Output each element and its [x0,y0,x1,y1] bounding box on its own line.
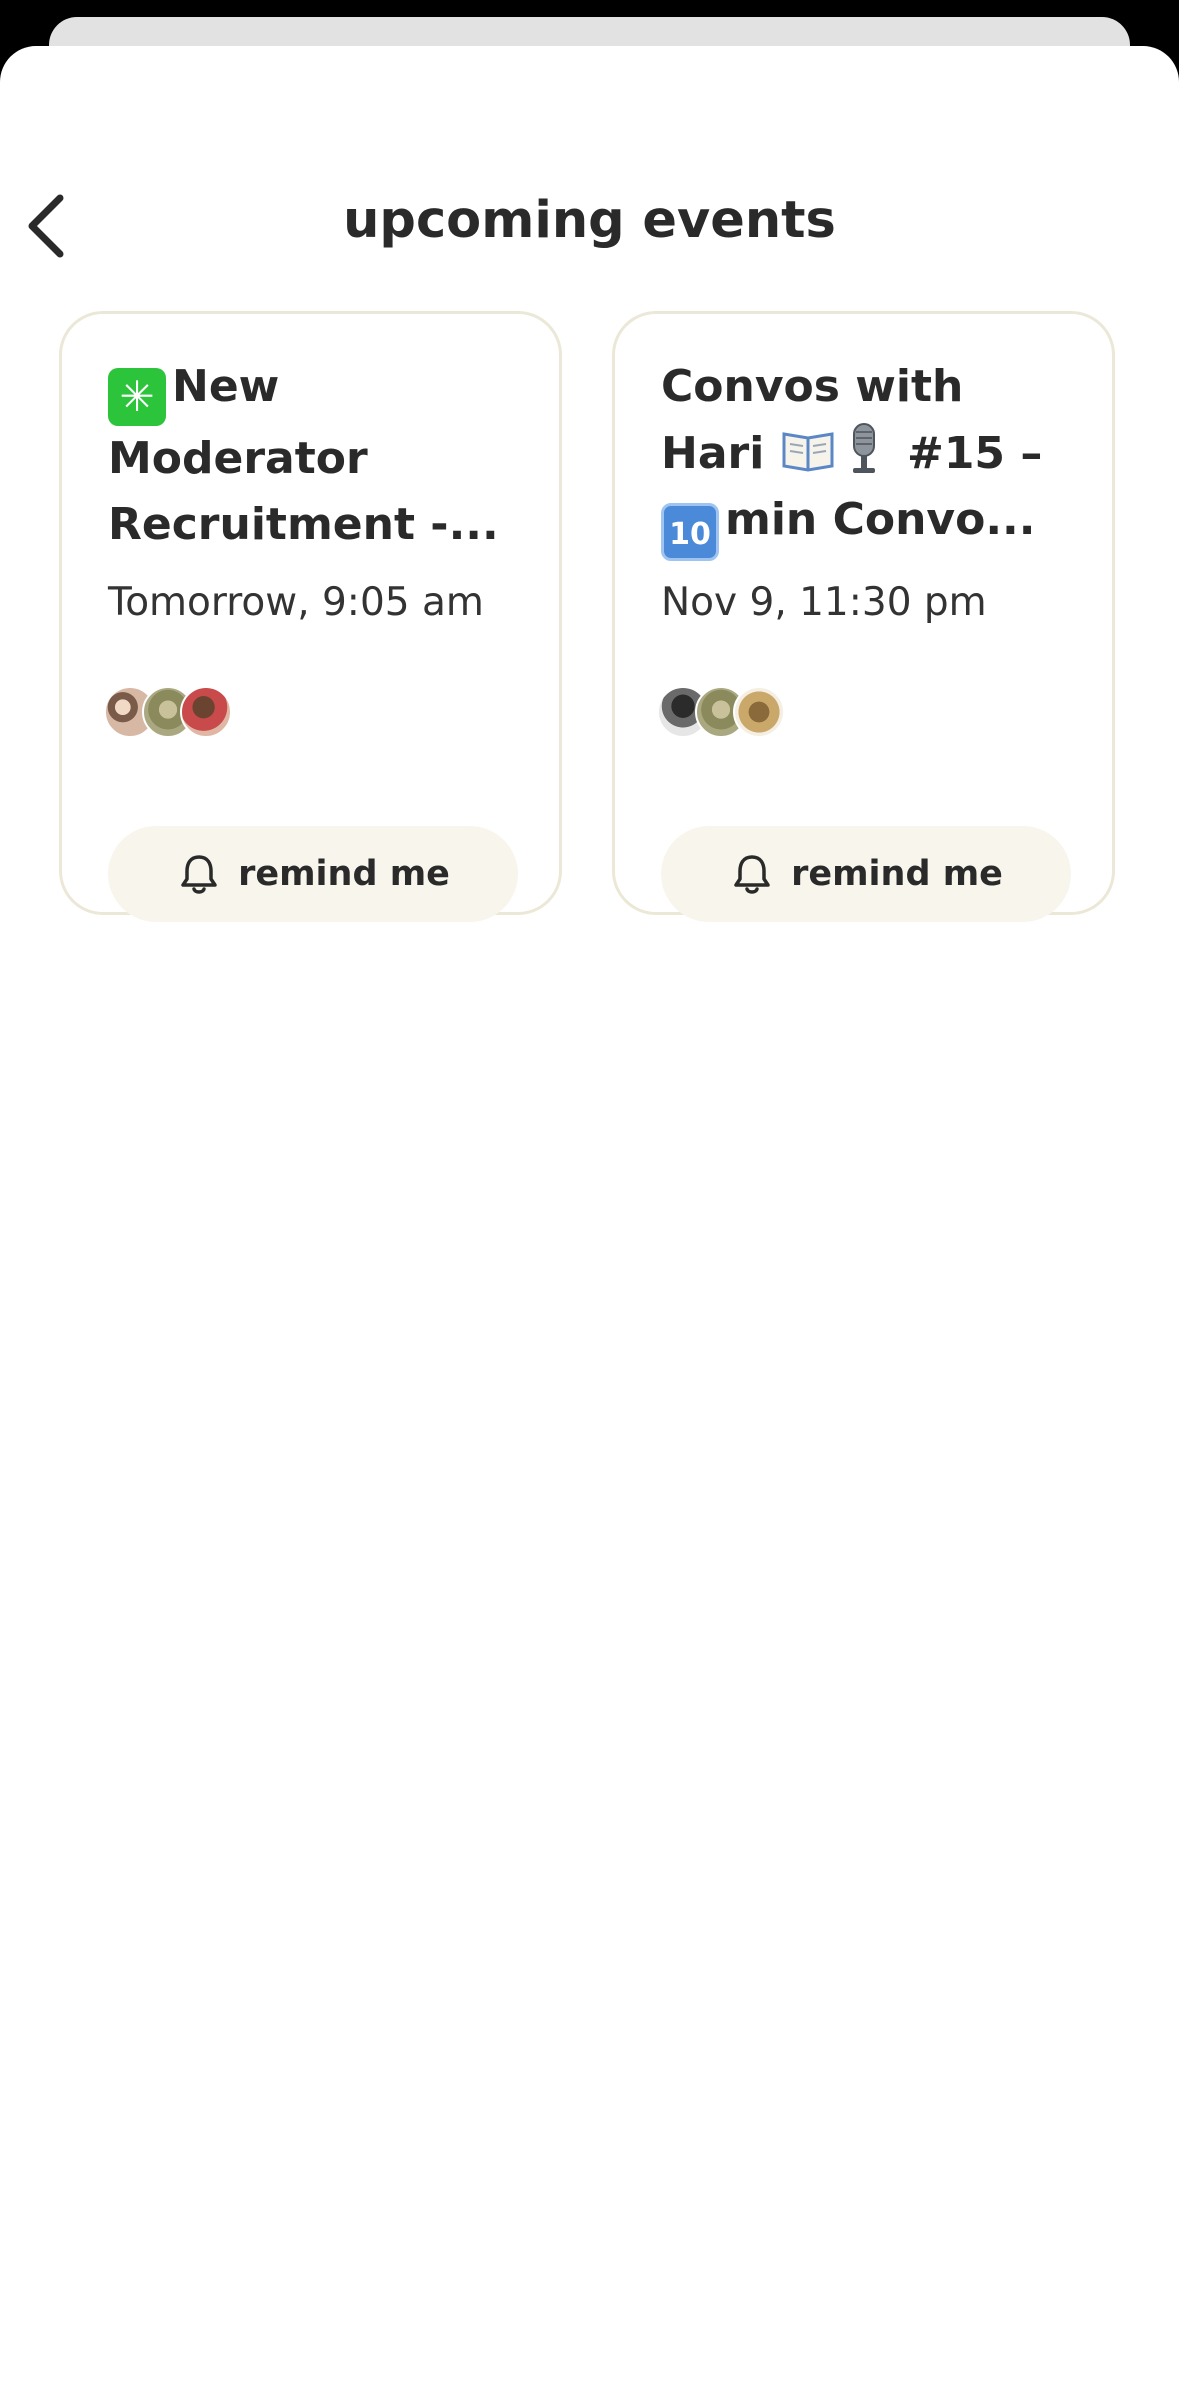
event-card[interactable]: ✳ New Moderator Recruitment -... Tomorrow… [59,311,562,922]
asterisk-emoji-icon: ✳ [108,368,166,426]
microphone-emoji-icon [836,420,892,476]
bell-icon [734,855,770,894]
keycap-ten-emoji-icon: 10 [661,503,719,561]
event-title-line: min Convo... [725,494,1036,545]
event-title: Convos with Hari #15 – 10 min Convo... [661,354,1081,561]
event-title: ✳ New Moderator Recruitment -... [108,354,528,558]
event-title-line: Recruitment -... [108,499,499,550]
avatar [180,686,232,738]
event-card[interactable]: Convos with Hari #15 – 10 min Convo... No… [612,311,1115,922]
events-list: ✳ New Moderator Recruitment -... Tomorrow… [59,311,1119,922]
remind-me-label: remind me [791,854,1003,894]
open-book-emoji-icon [780,420,836,476]
event-time: Nov 9, 11:30 pm [661,580,987,625]
event-title-line: Hari [661,428,765,479]
remind-me-button[interactable]: remind me [661,826,1071,922]
speaker-avatars [104,686,232,742]
page-title: upcoming events [343,191,836,250]
event-title-line: Convos with [661,361,964,412]
event-title-line: New [172,361,280,412]
event-title-line: Moderator [108,433,368,484]
remind-me-label: remind me [238,854,450,894]
event-title-line: #15 – [906,428,1043,479]
bell-icon [181,855,217,894]
upcoming-events-sheet: upcoming events ✳ New Moderator Recruitme… [0,46,1179,2396]
avatar [733,686,785,738]
speaker-avatars [657,686,785,742]
event-time: Tomorrow, 9:05 am [108,580,484,625]
remind-me-button[interactable]: remind me [108,826,518,922]
